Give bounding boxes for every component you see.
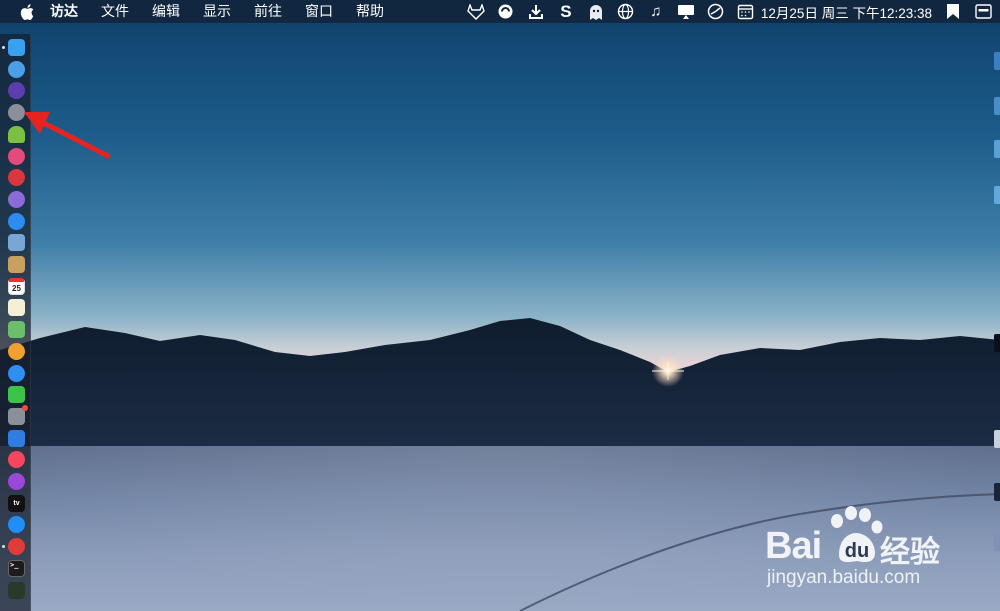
watermark-brand: Bai (765, 525, 822, 567)
paw-logo-icon: du (831, 506, 883, 563)
paw-logo-text: du (845, 540, 869, 562)
baidu-jingyan-watermark: du Bai 经验 jingyan.baidu.com (765, 505, 955, 595)
watermark-url: jingyan.baidu.com (767, 567, 921, 588)
watermark-cn: 经验 (880, 536, 940, 569)
